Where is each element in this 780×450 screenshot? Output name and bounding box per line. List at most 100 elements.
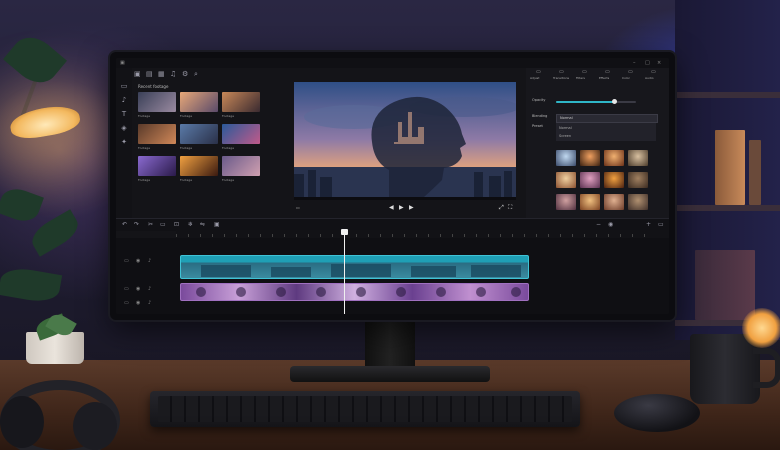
- media-thumbnail[interactable]: [222, 92, 260, 112]
- media-panel-title: Recent footage: [138, 84, 169, 89]
- keyboard: [150, 391, 580, 427]
- inspector-tab[interactable]: Transitions: [553, 76, 569, 80]
- freeze-icon[interactable]: ❄: [188, 221, 193, 228]
- ruler-tick: [380, 234, 381, 237]
- blend-mode-dropdown[interactable]: Normal: [556, 114, 658, 123]
- app-logo-icon: ▣: [120, 60, 125, 66]
- eye-icon[interactable]: ◉: [136, 258, 140, 264]
- media-thumbnail[interactable]: [138, 124, 176, 144]
- crop-icon[interactable]: ⊡: [174, 221, 179, 228]
- keyboard-keys: [158, 396, 572, 422]
- candle-light: [742, 308, 780, 348]
- inspector-tab[interactable]: Audio: [645, 76, 654, 80]
- media-thumbnail[interactable]: [138, 156, 176, 176]
- ruler-tick: [356, 234, 357, 237]
- inspector-tab-icon[interactable]: ▭: [536, 69, 541, 75]
- effect-thumbnail[interactable]: [628, 172, 648, 188]
- inspector-tab[interactable]: Color: [622, 76, 630, 80]
- effect-thumbnail[interactable]: [556, 150, 576, 166]
- marker-icon[interactable]: ▣: [214, 221, 220, 228]
- effect-thumbnail[interactable]: [580, 150, 600, 166]
- media-thumbnail[interactable]: [138, 92, 176, 112]
- audio-clip[interactable]: [180, 283, 529, 301]
- inspector-tab-icon[interactable]: ▭: [651, 69, 656, 75]
- effects-icon[interactable]: ✦: [120, 138, 128, 146]
- inspector-tabs: ▭ Adjust ▭ Transitions ▭ Filters ▭ Effects ▭ Colo…: [526, 68, 669, 82]
- mirror-icon[interactable]: ⇋: [200, 221, 205, 228]
- video-clip[interactable]: [180, 255, 529, 279]
- eye-icon[interactable]: ◉: [136, 300, 140, 306]
- maximize-icon[interactable]: □: [645, 61, 650, 66]
- media-thumbnail[interactable]: [222, 124, 260, 144]
- inspector-tab-icon[interactable]: ▭: [605, 69, 610, 75]
- ruler-tick: [416, 234, 417, 237]
- effect-thumbnail[interactable]: [628, 150, 648, 166]
- inspector-tab-icon[interactable]: ▭: [582, 69, 587, 75]
- effect-thumbnail[interactable]: [628, 194, 648, 210]
- effect-thumbnail[interactable]: [604, 172, 624, 188]
- book: [749, 140, 761, 205]
- next-frame-icon[interactable]: ▶: [409, 204, 414, 211]
- ruler-tick: [644, 234, 645, 237]
- inspector-tab[interactable]: Adjust: [530, 76, 539, 80]
- lock-icon[interactable]: ▭: [124, 300, 129, 306]
- inspector-tab-icon[interactable]: ▭: [559, 69, 564, 75]
- effect-thumbnail[interactable]: [556, 172, 576, 188]
- split-icon[interactable]: ✂: [148, 221, 153, 228]
- lock-icon[interactable]: ▭: [124, 258, 129, 264]
- media-thumbnail[interactable]: [180, 156, 218, 176]
- blend-option[interactable]: Normal: [559, 126, 572, 130]
- expand-icon[interactable]: ⛶: [508, 204, 512, 211]
- play-icon[interactable]: ▶: [399, 204, 404, 211]
- opacity-slider[interactable]: [556, 99, 636, 104]
- media-thumbnail[interactable]: [180, 124, 218, 144]
- media-thumbnail-label: Footage: [222, 146, 235, 150]
- redo-icon[interactable]: ↷: [134, 221, 139, 228]
- lock-icon[interactable]: ▭: [124, 286, 129, 292]
- music-icon[interactable]: ♫: [170, 70, 178, 78]
- grid-icon[interactable]: ▦: [158, 70, 166, 78]
- effect-thumbnail[interactable]: [580, 194, 600, 210]
- effect-thumbnail[interactable]: [580, 172, 600, 188]
- playhead[interactable]: [344, 230, 345, 314]
- search-icon[interactable]: ⌕: [194, 70, 202, 78]
- opacity-slider-knob[interactable]: [611, 99, 617, 104]
- undo-icon[interactable]: ↶: [122, 221, 127, 228]
- ruler-tick: [284, 234, 285, 237]
- effect-thumbnail[interactable]: [556, 194, 576, 210]
- ruler-tick: [464, 234, 465, 237]
- zoom-in-icon[interactable]: +: [646, 221, 651, 228]
- effect-thumbnail[interactable]: [604, 194, 624, 210]
- blend-option[interactable]: Screen: [559, 134, 571, 138]
- sticker-icon[interactable]: ◈: [120, 124, 128, 132]
- prev-frame-icon[interactable]: ◀: [389, 204, 394, 211]
- fit-icon[interactable]: ◉: [608, 221, 613, 228]
- audio-icon[interactable]: ♪: [120, 96, 128, 104]
- media-thumbnail[interactable]: [222, 156, 260, 176]
- blend-mode-value: Normal: [560, 116, 573, 120]
- inspector-tab[interactable]: Filters: [576, 76, 585, 80]
- import-icon[interactable]: ▣: [134, 70, 142, 78]
- mute-icon[interactable]: ♪: [148, 286, 151, 292]
- inspector-tab-icon[interactable]: ▭: [628, 69, 633, 75]
- media-icon[interactable]: ▭: [120, 82, 128, 90]
- timeline-ruler[interactable]: [176, 230, 669, 238]
- playhead-handle[interactable]: [341, 229, 348, 235]
- effect-thumbnail[interactable]: [604, 150, 624, 166]
- eye-icon[interactable]: ◉: [136, 286, 140, 292]
- mute-icon[interactable]: ♪: [148, 258, 151, 264]
- delete-icon[interactable]: ▭: [160, 221, 166, 228]
- fullscreen-icon[interactable]: ⤢: [499, 204, 504, 211]
- minimize-icon[interactable]: –: [633, 61, 638, 66]
- inspector-tab[interactable]: Effects: [599, 76, 609, 80]
- media-thumbnail-label: Footage: [222, 114, 235, 118]
- timeline-settings-icon[interactable]: ▭: [658, 221, 664, 228]
- folder-icon[interactable]: ▤: [146, 70, 154, 78]
- media-thumbnail[interactable]: [180, 92, 218, 112]
- ruler-tick: [320, 234, 321, 237]
- gear-icon[interactable]: ⚙: [182, 70, 190, 78]
- text-icon[interactable]: T: [120, 110, 128, 118]
- zoom-out-icon[interactable]: −: [596, 221, 601, 228]
- close-icon[interactable]: ×: [657, 61, 662, 66]
- mute-icon[interactable]: ♪: [148, 300, 151, 306]
